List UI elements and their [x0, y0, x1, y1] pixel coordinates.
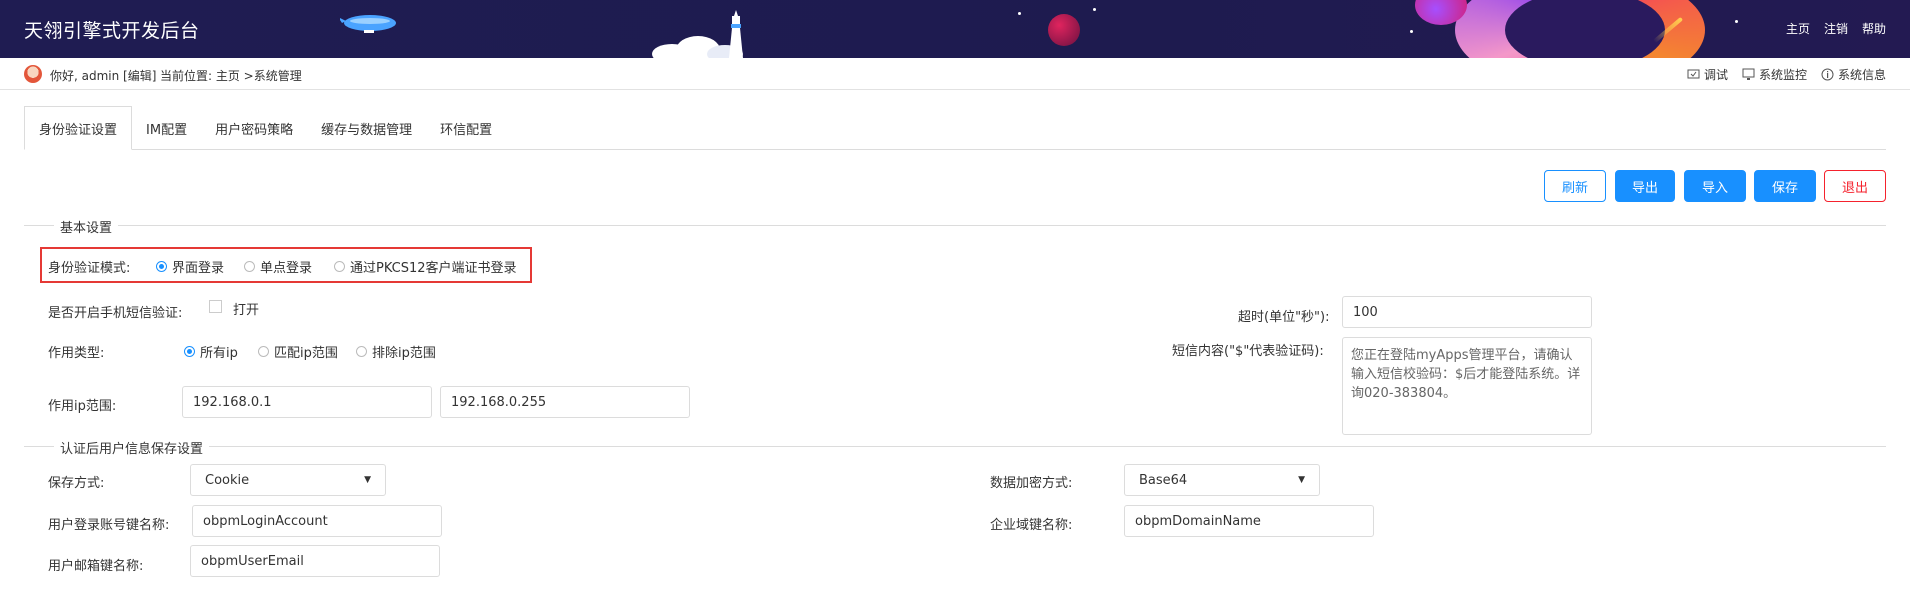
- encrypt-method-select[interactable]: Base64 ▼: [1124, 464, 1320, 496]
- tab-password-policy[interactable]: 用户密码策略: [201, 106, 307, 150]
- tab-im-config[interactable]: IM配置: [132, 106, 201, 150]
- chevron-down-icon: ▼: [364, 475, 371, 485]
- lighthouse-icon: [729, 10, 743, 58]
- sms-verify-option-label: 打开: [233, 303, 260, 318]
- radio-unchecked-icon: [258, 346, 269, 357]
- debug-button[interactable]: 调试: [1687, 66, 1728, 83]
- account-key-input[interactable]: obpmLoginAccount: [192, 505, 442, 537]
- basic-settings-title: 基本设置: [54, 217, 119, 236]
- swirl-inner-decoration: [1505, 0, 1665, 58]
- ip-range-start-input[interactable]: 192.168.0.1: [182, 386, 432, 418]
- app-header: 天翎引擎式开发后台 主页 注销 帮助: [0, 0, 1910, 58]
- sms-verify-label: 是否开启手机短信验证:: [48, 306, 183, 321]
- user-greeting[interactable]: 你好, admin [编辑]: [50, 67, 156, 84]
- info-icon: [1821, 68, 1834, 81]
- radio-checked-icon: [156, 261, 167, 272]
- auth-mode-option-ui[interactable]: 界面登录: [156, 257, 224, 276]
- save-method-select[interactable]: Cookie ▼: [190, 464, 386, 496]
- avatar: [24, 65, 42, 83]
- scope-type-option-exclude[interactable]: 排除ip范围: [356, 342, 436, 361]
- email-key-input[interactable]: obpmUserEmail: [190, 545, 440, 577]
- radio-checked-icon: [184, 346, 195, 357]
- auth-mode-label-ui: 界面登录: [172, 261, 225, 276]
- save-method-value: Cookie: [205, 472, 250, 488]
- monitor-button[interactable]: 系统监控: [1742, 66, 1807, 83]
- planet-icon: [1048, 14, 1080, 46]
- encrypt-method-value: Base64: [1139, 472, 1188, 488]
- nav-help[interactable]: 帮助: [1862, 20, 1886, 37]
- nav-home[interactable]: 主页: [1786, 20, 1810, 37]
- scope-type-label: 作用类型:: [48, 346, 105, 361]
- scope-type-option-all[interactable]: 所有ip: [184, 342, 238, 361]
- settings-tabs: 身份验证设置 IM配置 用户密码策略 缓存与数据管理 环信配置: [24, 106, 1886, 150]
- domain-key-label: 企业域键名称:: [990, 518, 1073, 533]
- monitor-label: 系统监控: [1758, 68, 1807, 82]
- timeout-input[interactable]: 100: [1342, 296, 1592, 328]
- section-divider: [24, 225, 1886, 226]
- nav-logout[interactable]: 注销: [1824, 20, 1848, 37]
- exit-button[interactable]: 退出: [1824, 170, 1886, 202]
- email-key-label: 用户邮箱键名称:: [48, 559, 144, 574]
- auth-mode-label: 身份验证模式:: [48, 261, 131, 276]
- ip-range-label: 作用ip范围:: [48, 399, 117, 414]
- account-key-label: 用户登录账号键名称:: [48, 518, 170, 533]
- radio-unchecked-icon: [334, 261, 345, 272]
- star-icon: [1018, 12, 1021, 15]
- sms-content-textarea[interactable]: 您正在登陆myApps管理平台，请确认输入短信校验码：$后才能登陆系统。详询02…: [1342, 337, 1592, 435]
- star-icon: [1410, 30, 1413, 33]
- star-icon: [1735, 20, 1738, 23]
- debug-label: 调试: [1703, 68, 1728, 82]
- domain-key-input[interactable]: obpmDomainName: [1124, 505, 1374, 537]
- tab-easemob-config[interactable]: 环信配置: [426, 106, 506, 150]
- header-nav: 主页 注销 帮助: [1786, 20, 1886, 37]
- scope-type-label-match: 匹配ip范围: [274, 346, 338, 361]
- scope-type-label-exclude: 排除ip范围: [372, 346, 436, 361]
- ip-range-end-input[interactable]: 192.168.0.255: [440, 386, 690, 418]
- star-icon: [1093, 8, 1096, 11]
- storage-settings-title: 认证后用户信息保存设置: [54, 438, 210, 457]
- sms-verify-checkbox[interactable]: [209, 300, 222, 313]
- save-method-label: 保存方式:: [48, 476, 105, 491]
- breadcrumb: 当前位置: 主页 >系统管理: [160, 69, 302, 83]
- radio-unchecked-icon: [244, 261, 255, 272]
- sms-content-label: 短信内容("$"代表验证码):: [1172, 344, 1324, 359]
- system-info-label: 系统信息: [1837, 68, 1886, 82]
- blimp-icon: [340, 15, 396, 33]
- tab-cache-data[interactable]: 缓存与数据管理: [307, 106, 426, 150]
- chevron-down-icon: ▼: [1298, 475, 1305, 485]
- export-button[interactable]: 导出: [1615, 170, 1675, 202]
- section-divider: [24, 446, 1886, 447]
- save-button[interactable]: 保存: [1754, 170, 1816, 202]
- auth-mode-label-sso: 单点登录: [260, 261, 313, 276]
- tab-auth-settings[interactable]: 身份验证设置: [24, 106, 133, 150]
- refresh-button[interactable]: 刷新: [1544, 170, 1606, 202]
- scope-type-label-all: 所有ip: [200, 346, 238, 361]
- app-title: 天翎引擎式开发后台: [24, 20, 200, 42]
- status-bar: 你好, admin [编辑] 当前位置: 主页 >系统管理 调试 系统监控 系统…: [0, 58, 1910, 90]
- toolbar: 调试 系统监控 系统信息: [1687, 66, 1886, 83]
- import-button[interactable]: 导入: [1684, 170, 1746, 202]
- timeout-label: 超时(单位"秒"):: [1238, 310, 1330, 325]
- monitor-icon: [1742, 68, 1755, 80]
- auth-mode-label-pkcs12: 通过PKCS12客户端证书登录: [350, 261, 517, 276]
- radio-unchecked-icon: [356, 346, 367, 357]
- encrypt-method-label: 数据加密方式:: [990, 476, 1073, 491]
- scope-type-option-match[interactable]: 匹配ip范围: [258, 342, 338, 361]
- debug-icon: [1687, 69, 1700, 79]
- auth-mode-option-pkcs12[interactable]: 通过PKCS12客户端证书登录: [334, 257, 517, 276]
- system-info-button[interactable]: 系统信息: [1821, 66, 1886, 83]
- auth-mode-option-sso[interactable]: 单点登录: [244, 257, 312, 276]
